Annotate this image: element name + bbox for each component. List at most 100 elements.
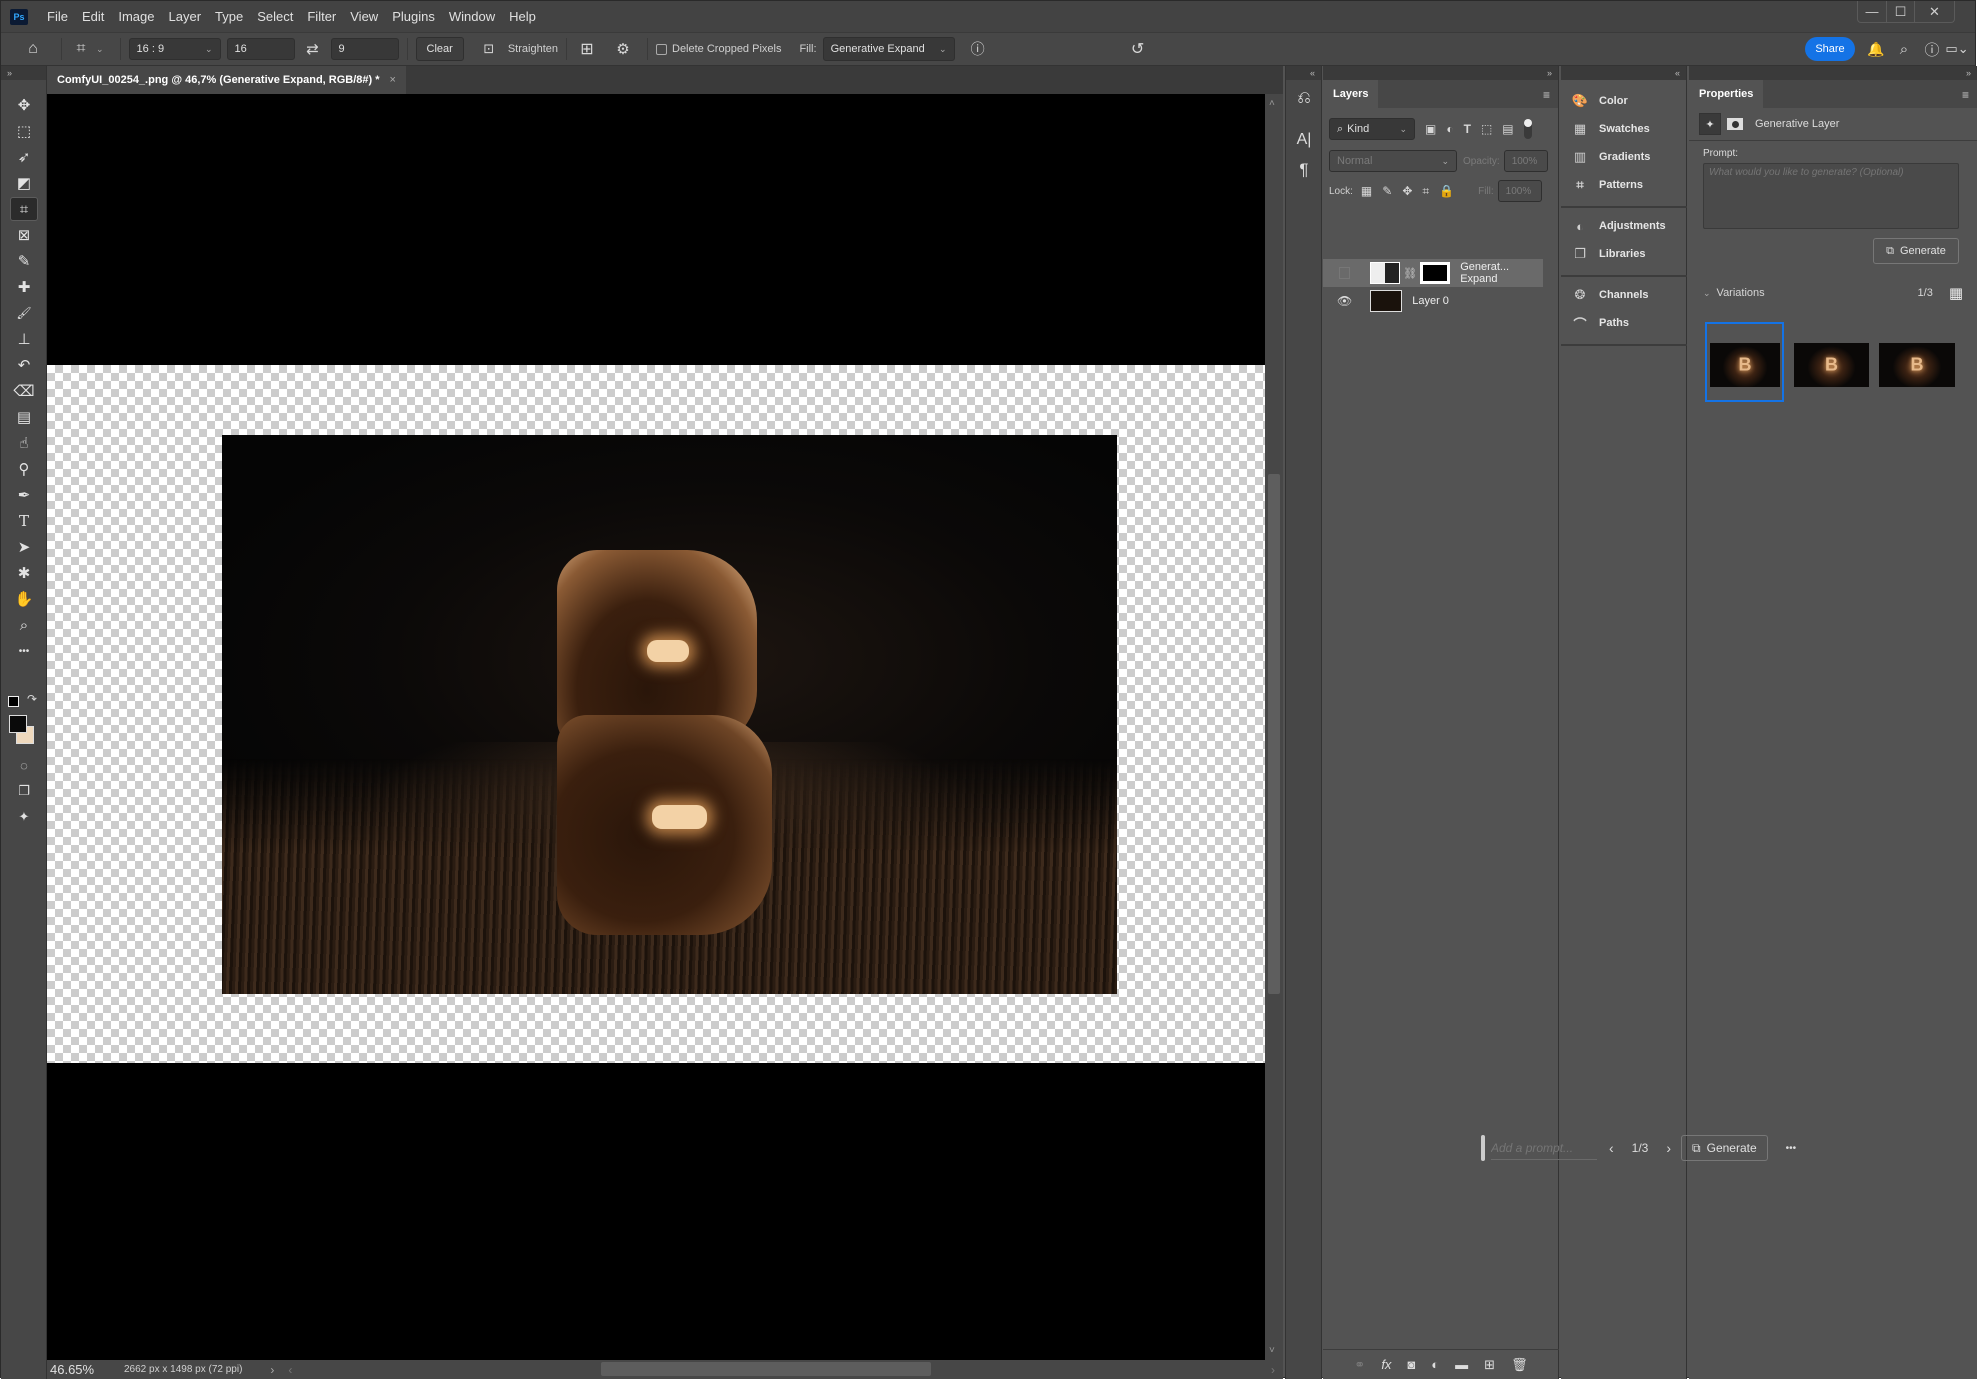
- collapse-dock-icon[interactable]: «: [1561, 66, 1686, 80]
- taskbar-drag-handle[interactable]: [1481, 1135, 1485, 1161]
- panel-swatches[interactable]: ▦ Swatches: [1571, 118, 1650, 140]
- brush-tool[interactable]: 🖌: [10, 301, 38, 325]
- tab-layers[interactable]: Layers: [1323, 80, 1379, 108]
- gradient-tool[interactable]: ▤: [10, 405, 38, 429]
- move-tool[interactable]: ✥: [10, 93, 38, 117]
- straighten-button[interactable]: Straighten: [508, 43, 558, 55]
- gear-icon[interactable]: ⚙: [611, 40, 635, 58]
- default-colors-icon[interactable]: [8, 696, 19, 707]
- lasso-tool[interactable]: ➶: [10, 145, 38, 169]
- quick-mask-icon[interactable]: ◌: [10, 753, 38, 777]
- menu-layer[interactable]: Layer: [162, 9, 209, 24]
- expand-panels-icon[interactable]: »: [1323, 66, 1558, 80]
- opacity-input[interactable]: 100%: [1503, 150, 1548, 172]
- straighten-icon[interactable]: ⊡: [474, 41, 504, 57]
- scroll-left-icon[interactable]: ‹: [288, 1363, 292, 1377]
- reset-crop-icon[interactable]: ↺: [1123, 39, 1153, 59]
- close-document-icon[interactable]: ×: [390, 74, 396, 86]
- healing-brush-tool[interactable]: ✚: [10, 275, 38, 299]
- workspace-icon[interactable]: ▭⌄: [1945, 39, 1969, 59]
- more-tools-button[interactable]: •••: [10, 639, 38, 663]
- home-icon[interactable]: ⌂: [13, 40, 53, 58]
- info-icon[interactable]: ⓘ: [963, 39, 993, 59]
- grid-overlay-icon[interactable]: ⊞: [575, 39, 599, 59]
- filter-smartobject-icon[interactable]: ▤: [1502, 122, 1513, 136]
- swap-colors-icon[interactable]: ↷: [27, 692, 37, 706]
- history-panel-icon[interactable]: ⎌: [1291, 86, 1317, 110]
- new-adjustment-icon[interactable]: ◐: [1431, 1357, 1439, 1372]
- next-variation-icon[interactable]: ›: [1666, 1140, 1671, 1156]
- menu-view[interactable]: View: [343, 9, 385, 24]
- foreground-color-swatch[interactable]: [9, 715, 27, 733]
- new-group-icon[interactable]: ▬: [1455, 1357, 1468, 1372]
- screen-mode-icon[interactable]: ❐: [10, 779, 38, 803]
- crop-width-input[interactable]: 16: [226, 38, 295, 60]
- close-window-button[interactable]: ✕: [1914, 1, 1954, 22]
- previous-variation-icon[interactable]: ‹: [1609, 1140, 1614, 1156]
- filter-kind-select[interactable]: ⌕ Kind ⌄: [1329, 118, 1415, 140]
- clear-button[interactable]: Clear: [415, 37, 464, 61]
- status-menu-chevron-icon[interactable]: ›: [270, 1363, 274, 1377]
- add-mask-icon[interactable]: ◙: [1407, 1357, 1415, 1372]
- path-selection-tool[interactable]: ➤: [10, 535, 38, 559]
- menu-window[interactable]: Window: [442, 9, 502, 24]
- collapse-column-icon[interactable]: «: [1286, 66, 1321, 80]
- menu-help[interactable]: Help: [502, 9, 543, 24]
- menu-type[interactable]: Type: [208, 9, 250, 24]
- lock-all-icon[interactable]: 🔒: [1439, 184, 1454, 198]
- generate-button[interactable]: ⧉ Generate: [1873, 238, 1959, 264]
- mask-icon[interactable]: [1727, 118, 1743, 130]
- smudge-tool[interactable]: ☝: [10, 431, 38, 455]
- expand-properties-icon[interactable]: »: [1689, 66, 1977, 80]
- crop-height-input[interactable]: 9: [330, 38, 399, 60]
- custom-shape-tool[interactable]: ✱: [10, 561, 38, 585]
- variation-thumbnail-1[interactable]: B: [1710, 343, 1780, 387]
- minimize-button[interactable]: —: [1858, 1, 1886, 22]
- filter-shape-icon[interactable]: ⬚: [1481, 122, 1492, 136]
- layer-name[interactable]: Layer 0: [1412, 295, 1449, 307]
- panel-menu-icon[interactable]: ≡: [1962, 88, 1969, 102]
- swap-dimensions-icon[interactable]: ⇄: [295, 40, 331, 58]
- collapse-toolbar-icon[interactable]: »: [1, 66, 46, 80]
- search-icon[interactable]: ⌕: [1893, 39, 1915, 59]
- tab-properties[interactable]: Properties: [1689, 80, 1764, 108]
- filter-type-icon[interactable]: T: [1464, 122, 1471, 136]
- layer-row-generative-expand[interactable]: ⛓ Generat... Expand: [1323, 259, 1543, 287]
- document-tab[interactable]: ComfyUI_00254_.png @ 46,7% (Generative E…: [47, 66, 406, 94]
- panel-gradients[interactable]: ▥ Gradients: [1571, 146, 1651, 168]
- history-brush-tool[interactable]: ↶: [10, 353, 38, 377]
- dodge-tool[interactable]: ⚲: [10, 457, 38, 481]
- panel-color[interactable]: 🎨 Color: [1571, 90, 1628, 112]
- lock-position-icon[interactable]: ✥: [1402, 184, 1412, 198]
- zoom-level[interactable]: 46.65%: [50, 1362, 110, 1377]
- frame-tool[interactable]: ⊠: [10, 223, 38, 247]
- more-options-icon[interactable]: •••: [1786, 1143, 1797, 1154]
- panel-menu-icon[interactable]: ≡: [1543, 88, 1550, 102]
- canvas-area[interactable]: [47, 94, 1265, 1360]
- clone-stamp-tool[interactable]: ⊥: [10, 327, 38, 351]
- menu-select[interactable]: Select: [250, 9, 300, 24]
- pen-tool[interactable]: ✒: [10, 483, 38, 507]
- hand-tool[interactable]: ✋: [10, 587, 38, 611]
- variation-thumbnail-3[interactable]: B: [1879, 343, 1955, 387]
- panel-paths[interactable]: ⌒ Paths: [1571, 312, 1628, 334]
- generative-layer-icon[interactable]: ✦: [1699, 113, 1721, 135]
- new-layer-icon[interactable]: ⊞: [1484, 1357, 1495, 1373]
- lock-artboard-icon[interactable]: ⌗: [1422, 184, 1429, 199]
- trash-icon[interactable]: 🗑: [1511, 1357, 1528, 1373]
- scroll-right-icon[interactable]: ›: [1271, 1363, 1275, 1377]
- filter-pixel-icon[interactable]: ▣: [1425, 122, 1436, 136]
- fill-select[interactable]: Generative Expand ⌄: [822, 37, 955, 61]
- crop-tool[interactable]: ⌗: [10, 197, 38, 221]
- prompt-textarea[interactable]: [1703, 163, 1959, 229]
- share-button[interactable]: Share: [1805, 37, 1855, 61]
- scroll-down-icon[interactable]: ˅: [1269, 1345, 1275, 1356]
- eraser-tool[interactable]: ⌫: [10, 379, 38, 403]
- variation-thumbnail-2[interactable]: B: [1794, 343, 1869, 387]
- delete-cropped-checkbox[interactable]: [656, 43, 667, 55]
- lock-image-icon[interactable]: ✎: [1382, 184, 1392, 198]
- menu-plugins[interactable]: Plugins: [385, 9, 442, 24]
- taskbar-prompt-input[interactable]: [1491, 1136, 1597, 1160]
- bell-icon[interactable]: 🔔: [1865, 39, 1887, 59]
- object-selection-tool[interactable]: ◩: [10, 171, 38, 195]
